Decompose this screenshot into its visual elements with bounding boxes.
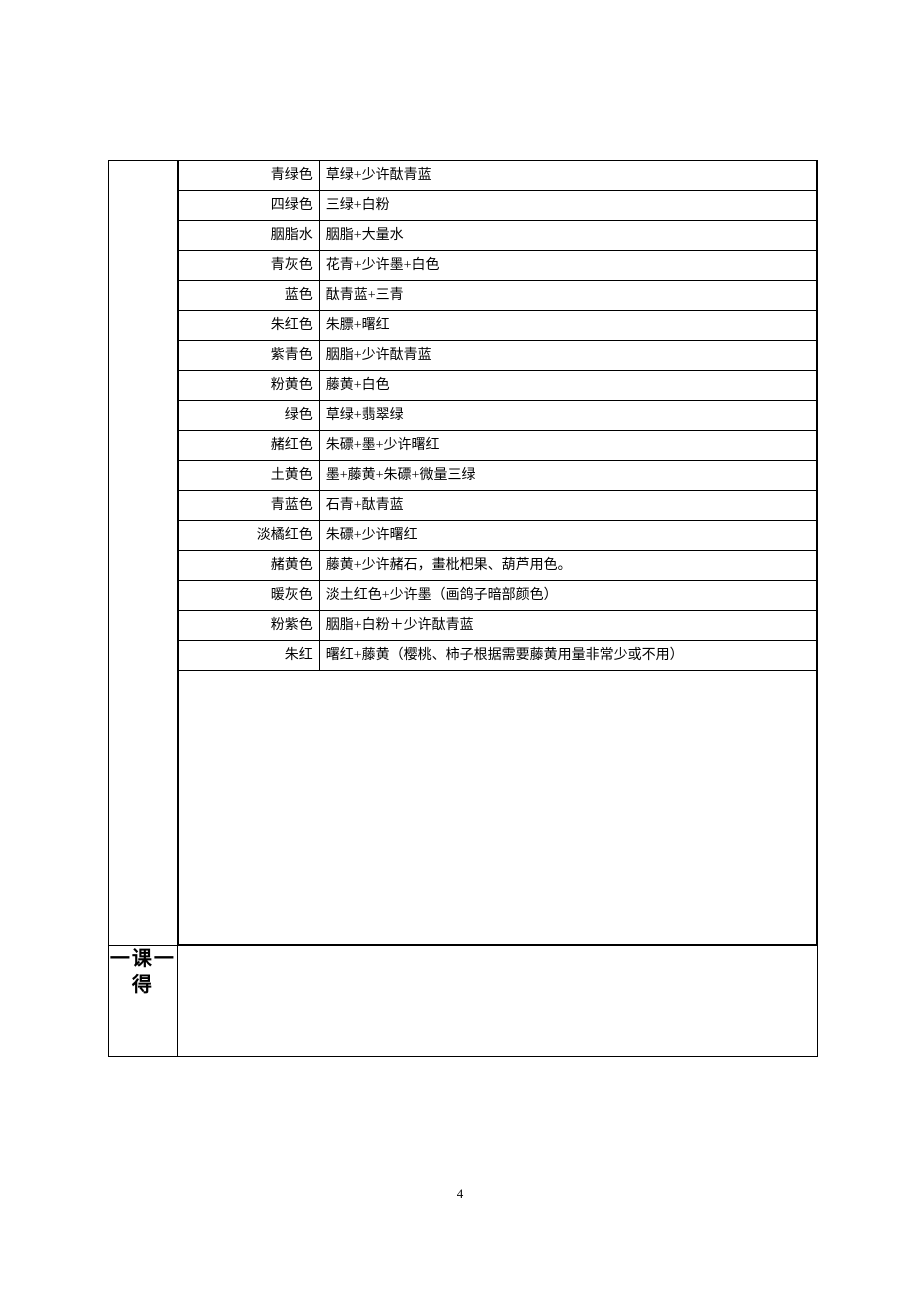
table-row: 粉紫色胭脂+白粉＋少许酞青蓝	[178, 611, 816, 641]
color-name-cell: 粉黄色	[178, 371, 319, 401]
table-row: 粉黄色藤黄+白色	[178, 371, 816, 401]
table-row: 青灰色花青+少许墨+白色	[178, 251, 816, 281]
color-mix-cell: 胭脂+少许酞青蓝	[319, 341, 816, 371]
color-mix-cell: 酞青蓝+三青	[319, 281, 816, 311]
blank-row	[178, 671, 816, 945]
color-mix-cell: 曙红+藤黄（樱桃、柿子根据需要藤黄用量非常少或不用）	[319, 641, 816, 671]
color-mix-cell: 胭脂+大量水	[319, 221, 816, 251]
color-name-cell: 粉紫色	[178, 611, 319, 641]
color-name-cell: 淡橘红色	[178, 521, 319, 551]
color-mix-cell: 花青+少许墨+白色	[319, 251, 816, 281]
blank-cell	[178, 671, 816, 945]
section-label: 一课一得	[110, 948, 176, 996]
table-row: 紫青色胭脂+少许酞青蓝	[178, 341, 816, 371]
table-row: 淡橘红色朱磦+少许曙红	[178, 521, 816, 551]
content-row: 青绿色草绿+少许酞青蓝四绿色三绿+白粉胭脂水胭脂+大量水青灰色花青+少许墨+白色…	[109, 161, 818, 946]
table-row: 暖灰色淡土红色+少许墨（画鸽子暗部颜色）	[178, 581, 816, 611]
table-row: 绿色草绿+翡翠绿	[178, 401, 816, 431]
color-name-cell: 紫青色	[178, 341, 319, 371]
table-row: 土黄色墨+藤黄+朱磦+微量三绿	[178, 461, 816, 491]
page-number: 4	[0, 1186, 920, 1202]
color-name-cell: 朱红	[178, 641, 319, 671]
color-mix-cell: 墨+藤黄+朱磦+微量三绿	[319, 461, 816, 491]
color-mix-cell: 朱磦+墨+少许曙红	[319, 431, 816, 461]
color-mix-cell: 石青+酞青蓝	[319, 491, 816, 521]
color-mix-table: 青绿色草绿+少许酞青蓝四绿色三绿+白粉胭脂水胭脂+大量水青灰色花青+少许墨+白色…	[178, 161, 817, 945]
section-label-cell: 一课一得	[109, 946, 178, 1057]
color-name-cell: 朱红色	[178, 311, 319, 341]
main-layout-table: 青绿色草绿+少许酞青蓝四绿色三绿+白粉胭脂水胭脂+大量水青灰色花青+少许墨+白色…	[108, 160, 818, 1057]
color-mix-cell: 朱磦+少许曙红	[319, 521, 816, 551]
table-row: 朱红曙红+藤黄（樱桃、柿子根据需要藤黄用量非常少或不用）	[178, 641, 816, 671]
table-row: 四绿色三绿+白粉	[178, 191, 816, 221]
table-row: 青蓝色石青+酞青蓝	[178, 491, 816, 521]
color-mix-cell: 胭脂+白粉＋少许酞青蓝	[319, 611, 816, 641]
color-name-cell: 青灰色	[178, 251, 319, 281]
color-mix-cell: 淡土红色+少许墨（画鸽子暗部颜色）	[319, 581, 816, 611]
color-name-cell: 青绿色	[178, 161, 319, 191]
color-name-cell: 赭红色	[178, 431, 319, 461]
color-name-cell: 青蓝色	[178, 491, 319, 521]
table-row: 胭脂水胭脂+大量水	[178, 221, 816, 251]
color-mix-cell: 藤黄+少许赭石，畫枇杷果、葫芦用色。	[319, 551, 816, 581]
color-name-cell: 赭黄色	[178, 551, 319, 581]
color-mix-cell: 三绿+白粉	[319, 191, 816, 221]
section-row: 一课一得	[109, 946, 818, 1057]
color-name-cell: 胭脂水	[178, 221, 319, 251]
table-row: 赭黄色藤黄+少许赭石，畫枇杷果、葫芦用色。	[178, 551, 816, 581]
table-row: 赭红色朱磦+墨+少许曙红	[178, 431, 816, 461]
section-right-cell	[177, 946, 817, 1057]
color-mix-cell: 草绿+少许酞青蓝	[319, 161, 816, 191]
document-page: 青绿色草绿+少许酞青蓝四绿色三绿+白粉胭脂水胭脂+大量水青灰色花青+少许墨+白色…	[0, 0, 920, 1302]
table-row: 青绿色草绿+少许酞青蓝	[178, 161, 816, 191]
color-name-cell: 四绿色	[178, 191, 319, 221]
color-mix-cell: 草绿+翡翠绿	[319, 401, 816, 431]
color-name-cell: 绿色	[178, 401, 319, 431]
right-content-cell: 青绿色草绿+少许酞青蓝四绿色三绿+白粉胭脂水胭脂+大量水青灰色花青+少许墨+白色…	[177, 161, 817, 946]
left-margin-cell	[109, 161, 178, 946]
color-name-cell: 暖灰色	[178, 581, 319, 611]
color-mix-cell: 朱膘+曙红	[319, 311, 816, 341]
color-name-cell: 蓝色	[178, 281, 319, 311]
color-name-cell: 土黄色	[178, 461, 319, 491]
table-row: 蓝色酞青蓝+三青	[178, 281, 816, 311]
table-row: 朱红色朱膘+曙红	[178, 311, 816, 341]
color-mix-cell: 藤黄+白色	[319, 371, 816, 401]
